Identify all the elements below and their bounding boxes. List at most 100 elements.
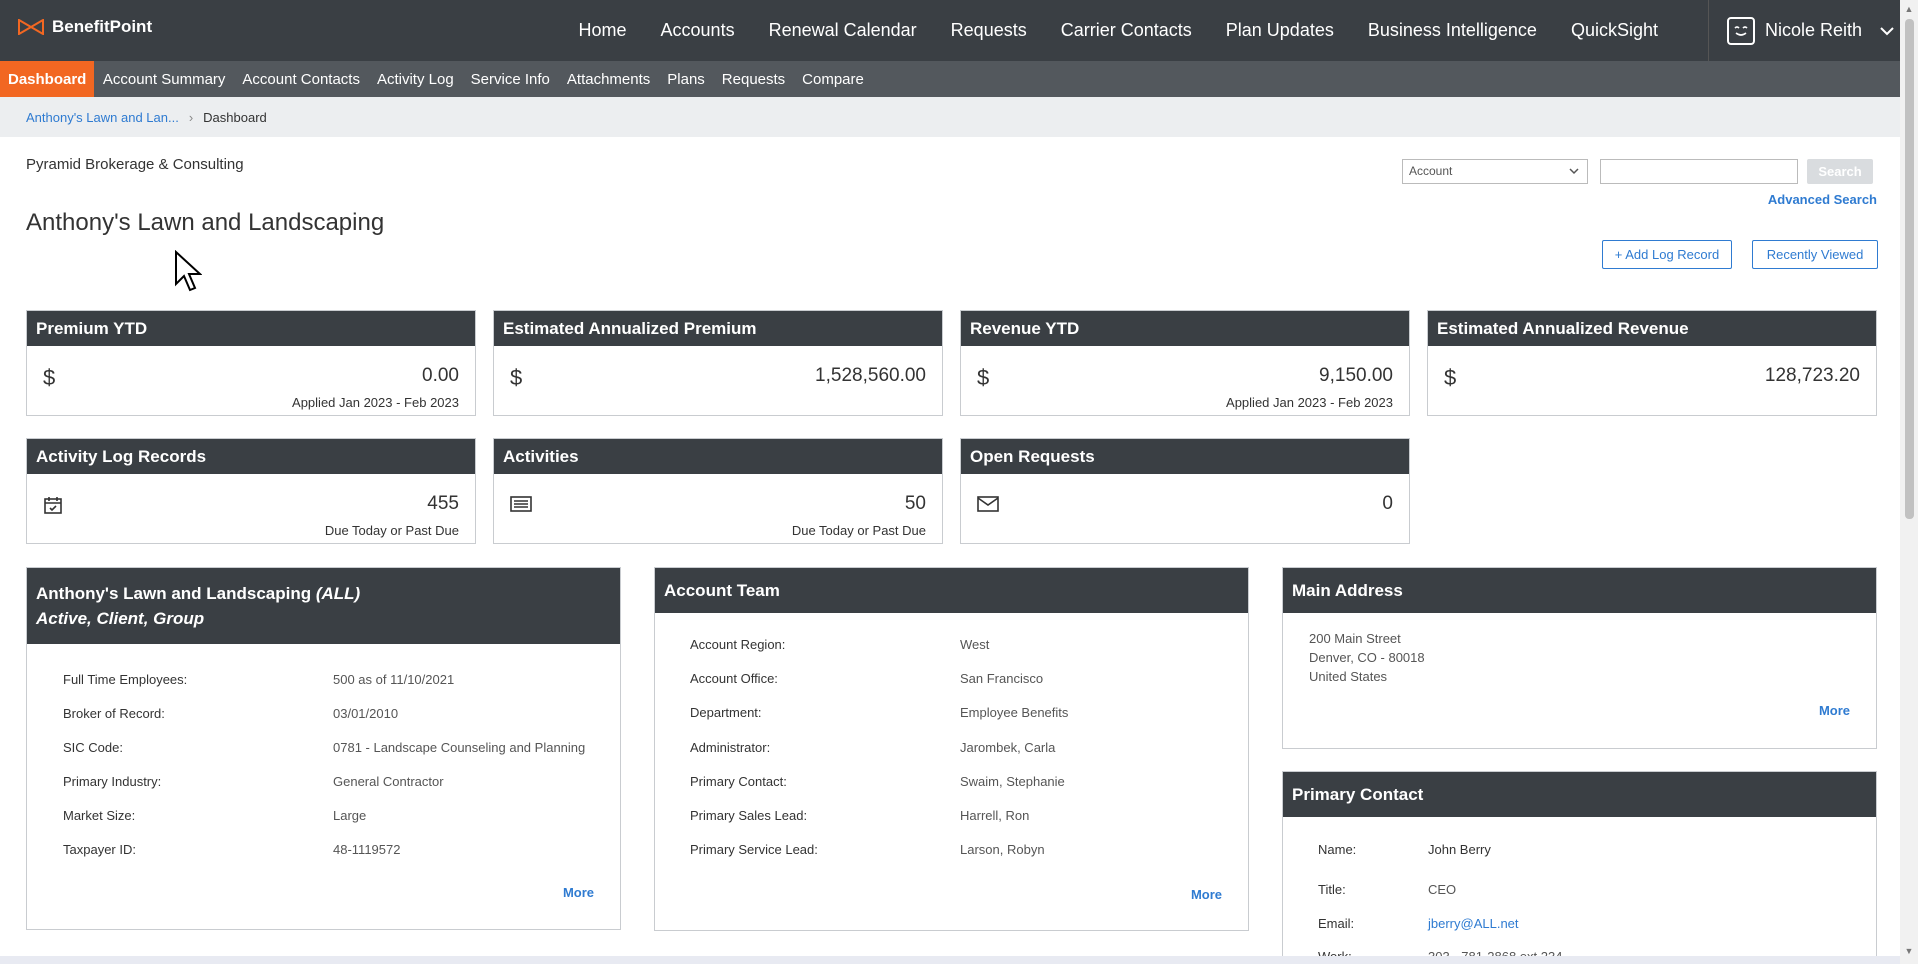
info-label: Full Time Employees: xyxy=(63,672,188,687)
dollar-icon: $ xyxy=(1444,365,1457,390)
card-note: Due Today or Past Due xyxy=(791,523,926,538)
activity-log-records-card[interactable]: Activity Log Records 455 Due Today or Pa… xyxy=(26,438,476,544)
activities-card[interactable]: Activities 50 Due Today or Past Due xyxy=(493,438,943,544)
info-value: Swaim, Stephanie xyxy=(960,774,1065,789)
search-type-select[interactable]: Account xyxy=(1402,159,1588,184)
card-title: Premium YTD xyxy=(27,311,475,346)
card-title: Activities xyxy=(494,439,942,474)
bowtie-logo-icon xyxy=(18,19,44,35)
info-value: West xyxy=(960,637,990,652)
tab-account-contacts[interactable]: Account Contacts xyxy=(234,61,369,97)
info-value: Larson, Robyn xyxy=(960,842,1045,857)
scrollbar-thumb[interactable] xyxy=(1905,19,1914,519)
nav-carrier-contacts[interactable]: Carrier Contacts xyxy=(1044,20,1209,41)
info-value: Jarombek, Carla xyxy=(960,740,1056,755)
info-label: Primary Contact: xyxy=(690,774,787,789)
card-note: Due Today or Past Due xyxy=(324,523,459,538)
search-button[interactable]: Search xyxy=(1807,159,1873,184)
mouse-cursor-icon xyxy=(175,250,202,292)
recently-viewed-button[interactable]: Recently Viewed xyxy=(1752,240,1878,269)
card-value: 1,528,560.00 xyxy=(815,365,926,386)
nav-quicksight[interactable]: QuickSight xyxy=(1554,20,1675,41)
chevron-down-icon xyxy=(1569,168,1579,175)
account-tabs: Dashboard Account Summary Account Contac… xyxy=(0,61,1900,97)
nav-requests[interactable]: Requests xyxy=(934,20,1044,41)
breadcrumb-account-link[interactable]: Anthony's Lawn and Lan... xyxy=(26,110,179,125)
address-line: 200 Main Street xyxy=(1309,631,1401,646)
info-label: Title: xyxy=(1318,882,1346,897)
address-block: 200 Main Street Denver, CO - 80018 Unite… xyxy=(1309,629,1425,686)
tab-compare[interactable]: Compare xyxy=(794,61,873,97)
card-title: Primary Contact xyxy=(1283,772,1876,817)
email-link[interactable]: jberry@ALL.net xyxy=(1428,916,1519,931)
nav-renewal-calendar[interactable]: Renewal Calendar xyxy=(752,20,934,41)
info-value: John Berry xyxy=(1428,842,1491,857)
card-title: Estimated Annualized Premium xyxy=(494,311,942,346)
account-more-link[interactable]: More xyxy=(563,885,594,900)
list-icon xyxy=(510,496,532,512)
tab-dashboard[interactable]: Dashboard xyxy=(0,61,95,97)
revenue-ytd-card: Revenue YTD $ 9,150.00 Applied Jan 2023 … xyxy=(960,310,1410,416)
tab-activity-log[interactable]: Activity Log xyxy=(368,61,462,97)
account-status: Active, Client, Group xyxy=(36,609,205,628)
card-value: 50 xyxy=(904,493,926,514)
info-label: Primary Service Lead: xyxy=(690,842,818,857)
envelope-icon xyxy=(977,496,999,512)
breadcrumb-chevron-icon: › xyxy=(188,109,194,125)
calendar-check-icon xyxy=(44,497,62,514)
scroll-up-arrow-icon[interactable]: ▲ xyxy=(1904,4,1914,14)
card-value: 455 xyxy=(427,493,459,514)
add-log-record-button[interactable]: + Add Log Record xyxy=(1602,240,1732,269)
card-title: Revenue YTD xyxy=(961,311,1409,346)
nav-home[interactable]: Home xyxy=(562,20,644,41)
info-label: Department: xyxy=(690,705,762,720)
primary-contact-card: Primary Contact Name: John Berry Title: … xyxy=(1282,771,1877,964)
advanced-search-link[interactable]: Advanced Search xyxy=(1768,192,1877,207)
tab-requests[interactable]: Requests xyxy=(713,61,793,97)
nav-plan-updates[interactable]: Plan Updates xyxy=(1209,20,1351,41)
address-line: United States xyxy=(1309,669,1388,684)
dollar-icon: $ xyxy=(977,365,990,390)
search-input[interactable] xyxy=(1600,159,1798,184)
card-title: Activity Log Records xyxy=(27,439,475,474)
app-logo[interactable]: BenefitPoint xyxy=(18,17,152,37)
open-requests-card[interactable]: Open Requests 0 xyxy=(960,438,1410,544)
card-title: Estimated Annualized Revenue xyxy=(1428,311,1876,346)
info-label: Name: xyxy=(1318,842,1357,857)
nav-business-intelligence[interactable]: Business Intelligence xyxy=(1351,20,1554,41)
team-more-link[interactable]: More xyxy=(1191,887,1222,902)
account-code: (ALL) xyxy=(315,584,361,603)
user-menu[interactable]: Nicole Reith xyxy=(1708,0,1900,61)
info-label: Account Region: xyxy=(690,637,786,652)
tab-attachments[interactable]: Attachments xyxy=(558,61,658,97)
info-value: 48-1119572 xyxy=(333,842,401,857)
dollar-icon: $ xyxy=(43,365,56,390)
scroll-down-arrow-icon[interactable]: ▼ xyxy=(1904,946,1914,956)
info-label: Administrator: xyxy=(690,740,771,755)
card-value: 0 xyxy=(1382,493,1393,514)
info-value: CEO xyxy=(1428,882,1457,897)
info-label: Primary Industry: xyxy=(63,774,162,789)
card-title: Main Address xyxy=(1283,568,1876,613)
card-value: 9,150.00 xyxy=(1319,365,1393,386)
main-address-card: Main Address 200 Main Street Denver, CO … xyxy=(1282,567,1877,749)
tab-account-summary[interactable]: Account Summary xyxy=(94,61,234,97)
tab-plans[interactable]: Plans xyxy=(659,61,714,97)
horizontal-scrollbar[interactable] xyxy=(0,956,1900,964)
address-more-link[interactable]: More xyxy=(1819,703,1850,718)
info-value: Large xyxy=(333,808,367,823)
vertical-scrollbar[interactable]: ▲ ▼ xyxy=(1900,0,1918,964)
breadcrumb: Anthony's Lawn and Lan... › Dashboard xyxy=(0,97,1900,137)
estimated-annualized-premium-card: Estimated Annualized Premium $ 1,528,560… xyxy=(493,310,943,416)
nav-accounts[interactable]: Accounts xyxy=(644,20,752,41)
account-details-card: Anthony's Lawn and Landscaping (ALL) Act… xyxy=(26,567,621,930)
search-type-value: Account xyxy=(1409,164,1453,178)
user-name: Nicole Reith xyxy=(1765,20,1863,40)
app-name: BenefitPoint xyxy=(52,17,153,36)
info-label: Email: xyxy=(1318,916,1355,931)
account-name: Anthony's Lawn and Landscaping xyxy=(36,584,316,603)
chevron-down-icon xyxy=(1880,26,1894,35)
info-label: Primary Sales Lead: xyxy=(690,808,808,823)
user-avatar-icon xyxy=(1727,16,1755,45)
tab-service-info[interactable]: Service Info xyxy=(462,61,558,97)
